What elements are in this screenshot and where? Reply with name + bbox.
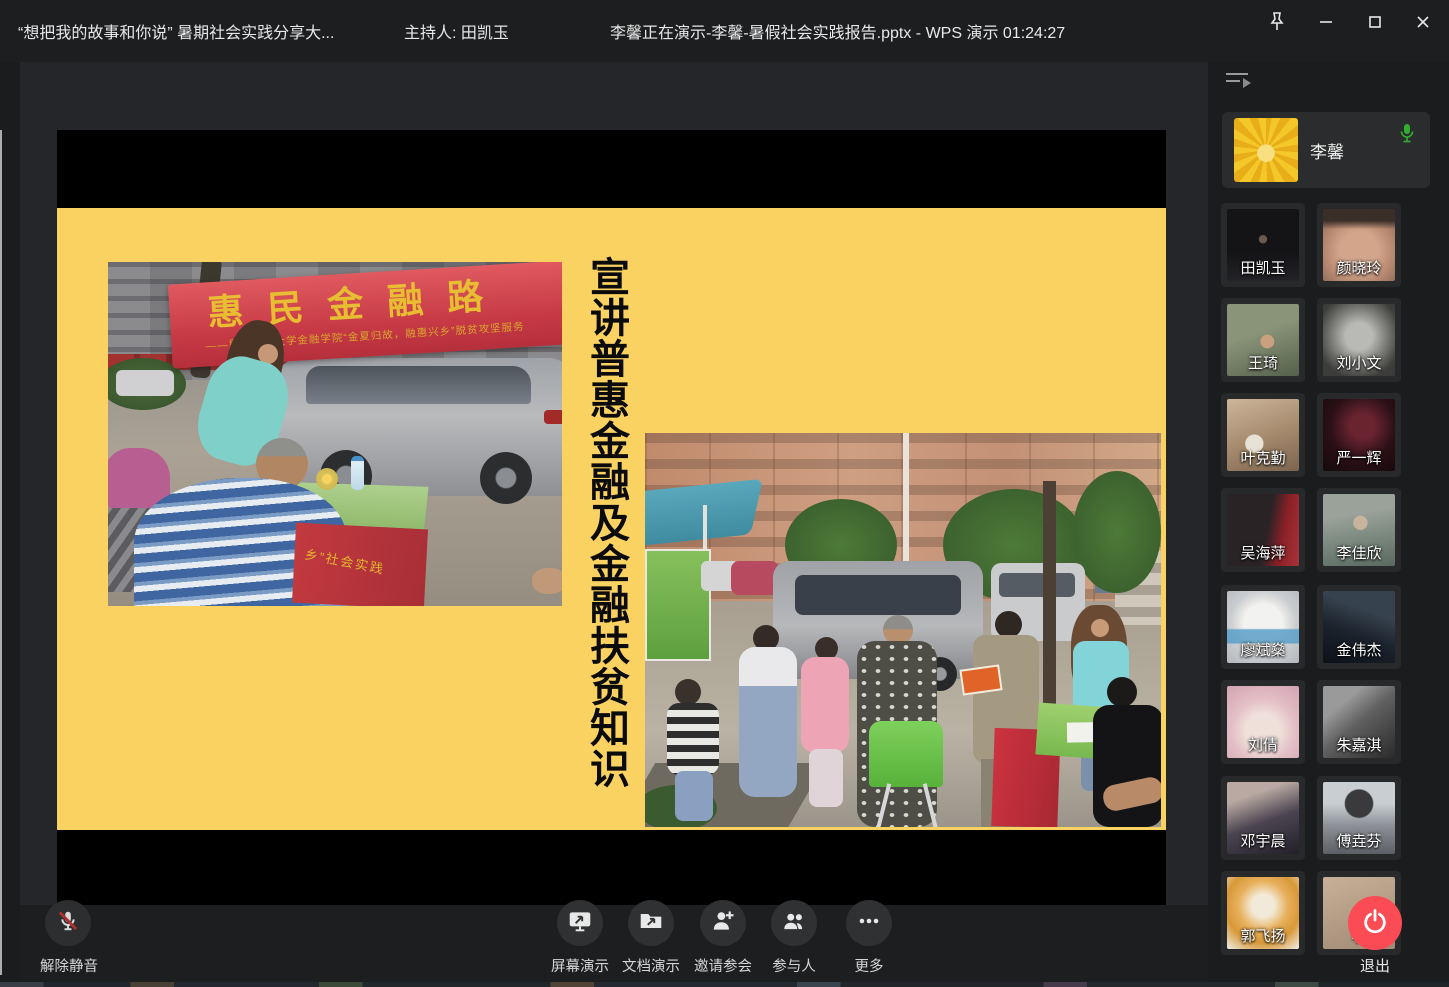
shared-screen: 惠民金融路 ——重庆工商大学金融学院“金夏归故，融惠兴乡”脱贫攻坚服务 乡”社会… [57,130,1166,905]
participant-tile[interactable]: 严一辉 [1317,393,1401,477]
participant-name: 叶克勤 [1221,447,1305,468]
presentation-slide: 惠民金融路 ——重庆工商大学金融学院“金夏归故，融惠兴乡”脱贫攻坚服务 乡”社会… [57,208,1166,830]
taskbar-sliver [0,982,1449,987]
speaker-avatar [1234,118,1298,182]
minimize-icon [1318,14,1334,30]
slide-photo-left: 惠民金融路 ——重庆工商大学金融学院“金夏归故，融惠兴乡”脱贫攻坚服务 乡”社会… [108,262,562,606]
participant-tile[interactable]: 王琦 [1221,298,1305,382]
table-banner-text: 乡”社会实践 [303,544,386,578]
screen-share-button[interactable] [557,900,603,946]
slide-photo-right [645,433,1161,827]
car-taillight [544,410,562,424]
participant-name: 傅垚芬 [1317,830,1401,851]
close-icon [1415,14,1431,30]
van-window [999,573,1075,597]
maximize-icon [1367,14,1383,30]
participants-icon [781,908,807,939]
participant-tile[interactable]: 郭飞扬 [1221,871,1305,955]
close-button[interactable] [1404,4,1442,40]
participant-name: 颜晓玲 [1317,257,1401,278]
participant-tile[interactable]: 刘小文 [1317,298,1401,382]
participant-tile[interactable]: 颜晓玲 [1317,203,1401,287]
slide-vertical-title: 宣讲普惠金融及金融扶贫知识 [569,242,643,802]
participant-name: 严一辉 [1317,447,1401,468]
more-button[interactable] [846,900,892,946]
participant-tile[interactable]: 朱嘉淇 [1317,680,1401,764]
photo-water-bottle [351,456,364,490]
participant-name: 刘小文 [1317,352,1401,373]
photo-car [116,370,174,396]
exit-label: 退出 [1330,955,1420,976]
participant-tile[interactable]: 叶克勤 [1221,393,1305,477]
collapse-panel-icon [1224,81,1256,98]
participant-tile[interactable]: 傅垚芬 [1317,776,1401,860]
participants-button[interactable] [771,900,817,946]
participant-tile[interactable]: 吴海萍 [1221,488,1305,572]
photo-tape-roll [316,468,338,490]
participant-name: 朱嘉淇 [1317,734,1401,755]
unmute-label: 解除静音 [11,955,127,975]
participant-tile[interactable]: 金伟杰 [1317,585,1401,669]
active-speaker-card[interactable]: 李馨 [1222,112,1430,188]
participant-name: 郭飞扬 [1221,925,1305,946]
photo-child [675,679,701,705]
exit-button[interactable] [1348,896,1402,950]
photo-hand [532,568,562,594]
photo-child [801,657,849,753]
photo-flyer [959,664,1002,695]
doc-share-button[interactable] [628,900,674,946]
participant-name: 吴海萍 [1221,542,1305,563]
participant-name: 刘倩 [1221,734,1305,755]
power-icon [1361,907,1389,940]
invite-person-icon [710,908,736,939]
participant-name: 李佳欣 [1317,542,1401,563]
more-label: 更多 [824,955,914,975]
photo-car [731,561,779,595]
photo-person [1107,677,1137,707]
background-window-edge [0,130,2,975]
participant-name: 邓宇晨 [1221,830,1305,851]
doc-share-icon [638,908,664,939]
photo-child [675,771,713,821]
car-wheel [480,452,532,504]
photo-tree [1073,471,1161,593]
van-windshield [795,575,961,615]
participant-tile[interactable]: 田凯玉 [1221,203,1305,287]
pin-button[interactable] [1258,4,1296,40]
photo-tree-trunk [1043,481,1056,715]
participant-name: 田凯玉 [1221,257,1305,278]
unmute-button[interactable] [45,900,91,946]
photo-table-banner: 乡”社会实践 [292,523,428,606]
meeting-title: “想把我的故事和你说” 暑期社会实践分享大... [18,0,334,62]
meeting-window: “想把我的故事和你说” 暑期社会实践分享大... 主持人: 田凯玉 李馨正在演示… [0,0,1449,987]
photo-person [739,647,797,797]
pin-icon [1267,11,1287,33]
participant-tile[interactable]: 邓宇晨 [1221,776,1305,860]
photo-person [1093,705,1161,827]
screen-share-icon [567,908,593,939]
photo-guard [995,611,1022,638]
speaker-name: 李馨 [1310,138,1344,163]
photo-child [667,703,719,775]
presenting-title: 李馨正在演示-李馨-暑假社会实践报告.pptx - WPS 演示 01:24:2… [610,0,1065,62]
participant-name: 廖斌燊 [1221,639,1305,660]
participant-tile[interactable]: 李佳欣 [1317,488,1401,572]
participant-tile[interactable]: 刘倩 [1221,680,1305,764]
car-windows [306,366,531,404]
maximize-button[interactable] [1356,4,1394,40]
mic-muted-icon [55,908,81,939]
host-label: 主持人: 田凯玉 [404,0,509,62]
photo-volunteer [1091,619,1109,637]
photo-child [809,749,843,807]
titlebar: “想把我的故事和你说” 暑期社会实践分享大... 主持人: 田凯玉 李馨正在演示… [0,0,1449,62]
invite-button[interactable] [700,900,746,946]
participant-name: 金伟杰 [1317,639,1401,660]
sidebar-collapse-button[interactable] [1224,68,1256,94]
participant-tile[interactable]: 廖斌燊 [1221,585,1305,669]
minimize-button[interactable] [1307,4,1345,40]
participant-name: 王琦 [1221,352,1305,373]
mic-active-icon [1398,122,1416,151]
more-dots-icon [856,908,882,939]
photo-green-chair [869,721,943,787]
